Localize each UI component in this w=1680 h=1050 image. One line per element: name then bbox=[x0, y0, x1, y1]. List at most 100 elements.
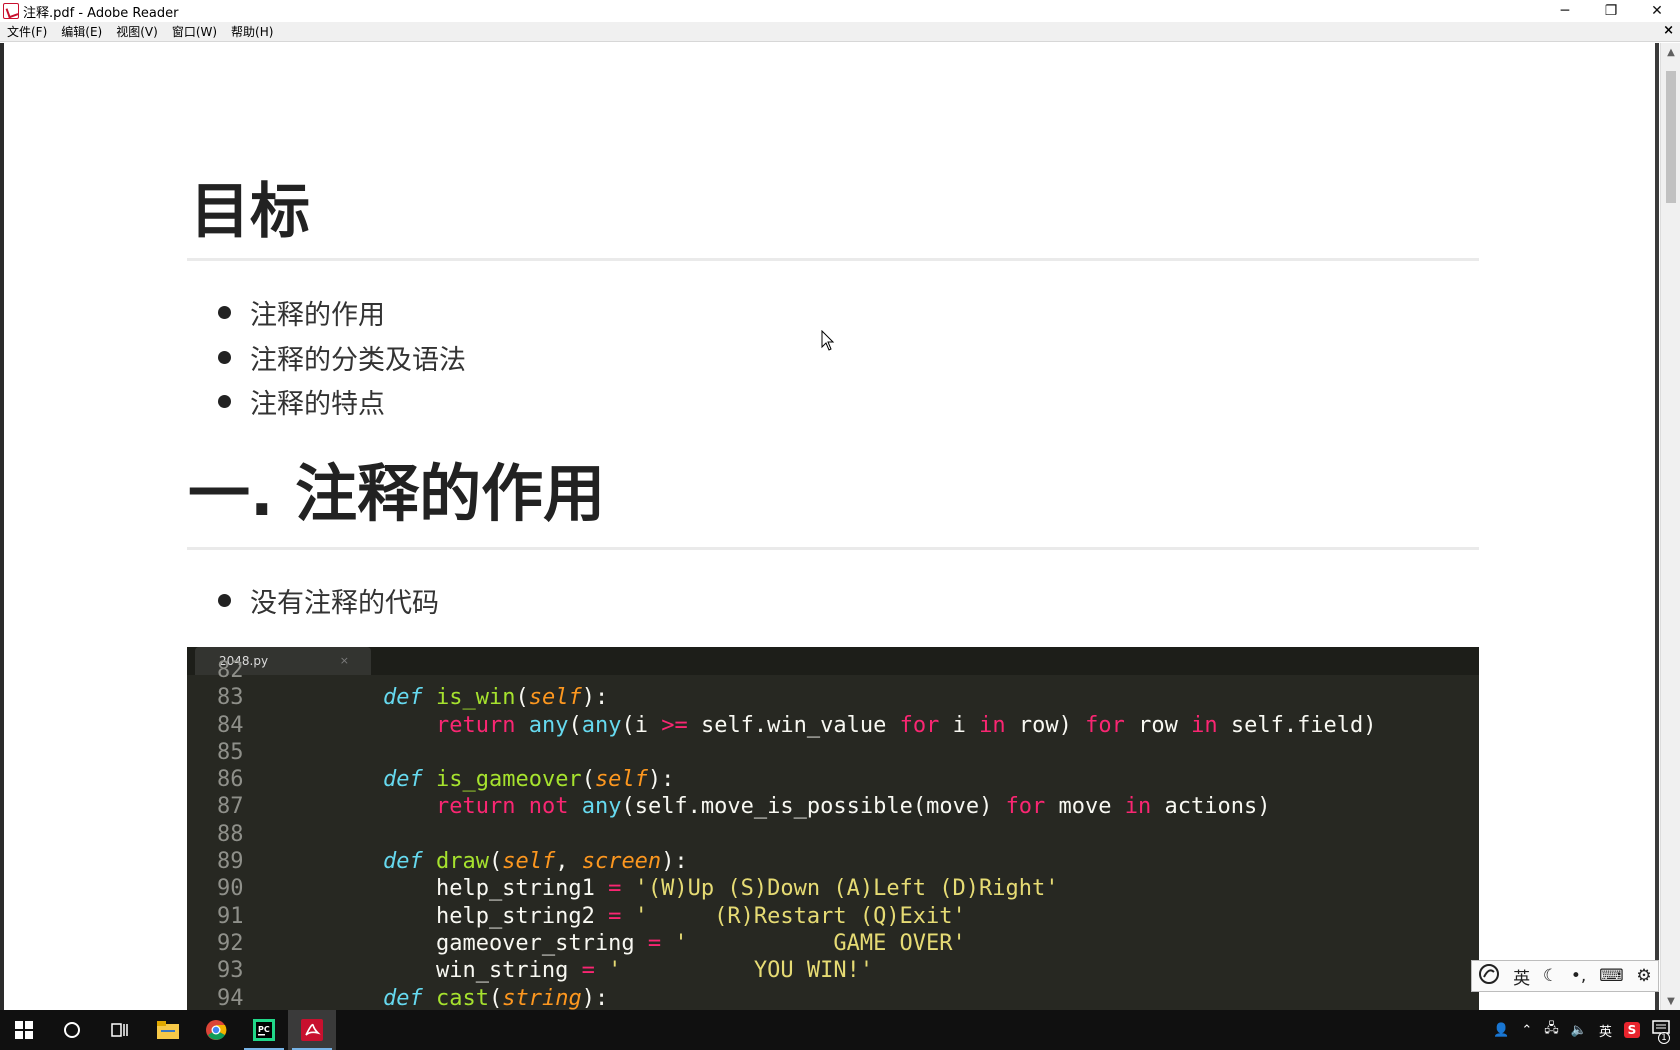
ime-language-toggle[interactable]: 英 bbox=[1513, 964, 1530, 989]
code-text: return not any(self.move_is_possible(mov… bbox=[435, 794, 1271, 820]
menu-window[interactable]: 窗口(W) bbox=[165, 23, 224, 40]
notification-center-icon[interactable]: 1 bbox=[1652, 1020, 1670, 1044]
heading-section-1: 一. 注释的作用 bbox=[188, 457, 606, 530]
code-line: 83 def is_win(self): bbox=[187, 684, 1479, 711]
code-line: 87 return not any(self.move_is_possible(… bbox=[187, 793, 1479, 820]
code-line: 89 def draw(self, screen): bbox=[187, 848, 1479, 875]
chevron-up-icon[interactable]: ⌃ bbox=[1521, 1023, 1532, 1038]
code-text: help_string2 = ' (R)Restart (Q)Exit' bbox=[330, 903, 966, 929]
volume-icon[interactable]: 🔈 bbox=[1571, 1023, 1587, 1038]
pycharm-icon[interactable]: PC bbox=[240, 1010, 288, 1050]
heading-target: 目标 bbox=[190, 177, 310, 247]
restore-button[interactable]: ❐ bbox=[1588, 0, 1634, 22]
svg-text:PC: PC bbox=[258, 1025, 270, 1034]
vertical-scrollbar[interactable]: ▲ ▼ bbox=[1660, 43, 1680, 1010]
line-number: 88 bbox=[217, 821, 244, 847]
list-item: 注释的分类及语法 bbox=[218, 338, 466, 377]
list-item: 注释的作用 bbox=[218, 293, 385, 332]
system-tray: 👤 ⌃ 🖧 🔈 英 S 1 bbox=[1487, 1010, 1680, 1050]
task-view-icon[interactable] bbox=[96, 1010, 144, 1050]
code-line: 94 def cast(string): bbox=[187, 985, 1479, 1010]
code-line: 85 bbox=[187, 739, 1479, 766]
line-number: 83 bbox=[217, 685, 244, 711]
line-number: 86 bbox=[217, 767, 244, 793]
bullet-icon bbox=[218, 306, 231, 319]
menu-file[interactable]: 文件(F) bbox=[0, 23, 54, 40]
bullet-icon bbox=[218, 395, 231, 408]
punctuation-icon[interactable]: •, bbox=[1571, 966, 1586, 986]
list-item-text: 注释的分类及语法 bbox=[250, 345, 466, 376]
code-text: win_string = ' YOU WIN!' bbox=[330, 958, 874, 984]
code-text: help_string1 = '(W)Up (S)Down (A)Left (D… bbox=[330, 876, 1059, 902]
page-edge bbox=[1655, 43, 1659, 1010]
windows-start-icon[interactable] bbox=[0, 1010, 48, 1050]
ime-logo-icon[interactable] bbox=[1478, 963, 1500, 990]
list-item: 注释的特点 bbox=[218, 382, 385, 421]
mouse-pointer-icon bbox=[821, 330, 835, 351]
line-number: 84 bbox=[217, 712, 244, 738]
code-line: 92 gameover_string = ' GAME OVER' bbox=[187, 930, 1479, 957]
close-button[interactable]: ✕ bbox=[1634, 0, 1680, 22]
ime-toolbar: 英 ☾ •, ⌨ ⚙ bbox=[1471, 960, 1659, 992]
keyboard-icon[interactable]: ⌨ bbox=[1599, 966, 1624, 986]
code-text: def is_win(self): bbox=[382, 685, 609, 711]
code-line: 88 bbox=[187, 821, 1479, 848]
line-number: 87 bbox=[217, 794, 244, 820]
tray-language[interactable]: 英 bbox=[1599, 1021, 1612, 1040]
chrome-icon[interactable] bbox=[192, 1010, 240, 1050]
bullet-icon bbox=[218, 351, 231, 364]
notification-count-badge: 1 bbox=[1658, 1032, 1670, 1044]
line-number: 93 bbox=[217, 958, 244, 984]
bullet-icon bbox=[218, 594, 231, 607]
code-text: return any(any(i >= self.win_value for i… bbox=[435, 712, 1377, 738]
code-line: 82 bbox=[187, 657, 1479, 684]
code-line: 90 help_string1 = '(W)Up (S)Down (A)Left… bbox=[187, 875, 1479, 902]
line-number: 82 bbox=[217, 658, 244, 683]
moon-icon[interactable]: ☾ bbox=[1543, 966, 1558, 986]
list-item: 没有注释的代码 bbox=[218, 581, 439, 620]
network-icon[interactable]: 🖧 bbox=[1544, 1019, 1559, 1041]
settings-gear-icon[interactable]: ⚙ bbox=[1636, 966, 1651, 986]
sogou-ime-icon[interactable]: S bbox=[1624, 1022, 1640, 1038]
heading-divider bbox=[187, 547, 1479, 550]
code-screenshot: 2048.py × 82 83 def is_win(self): 84 retur… bbox=[187, 647, 1479, 1010]
pdf-page: 目标 注释的作用 注释的分类及语法 注释的特点 一. 注释的作用 没有注释的代码… bbox=[4, 43, 1655, 1010]
scroll-up-icon[interactable]: ▲ bbox=[1661, 43, 1680, 61]
people-icon[interactable]: 👤 bbox=[1493, 1023, 1509, 1038]
code-line: 84 return any(any(i >= self.win_value fo… bbox=[187, 712, 1479, 739]
line-number: 90 bbox=[217, 876, 244, 902]
adobe-reader-taskbar-icon[interactable] bbox=[288, 1010, 336, 1050]
code-text: def cast(string): bbox=[382, 985, 609, 1010]
code-line: 93 win_string = ' YOU WIN!' bbox=[187, 957, 1479, 984]
window-controls: ─ ❐ ✕ bbox=[1542, 0, 1680, 22]
window-title: 注释.pdf - Adobe Reader bbox=[23, 5, 179, 21]
line-number: 85 bbox=[217, 739, 244, 765]
code-lines: 82 83 def is_win(self): 84 return any(any(… bbox=[187, 657, 1479, 1010]
code-text: def draw(self, screen): bbox=[382, 849, 688, 875]
menu-help[interactable]: 帮助(H) bbox=[224, 23, 280, 40]
line-number: 92 bbox=[217, 930, 244, 956]
code-line: 86 def is_gameover(self): bbox=[187, 766, 1479, 793]
document-close-button[interactable]: × bbox=[1663, 23, 1674, 38]
list-item-text: 没有注释的代码 bbox=[250, 588, 439, 619]
minimize-button[interactable]: ─ bbox=[1542, 0, 1588, 22]
menu-edit[interactable]: 编辑(E) bbox=[54, 23, 109, 40]
line-number: 94 bbox=[217, 985, 244, 1010]
adobe-reader-icon bbox=[3, 3, 19, 19]
scroll-down-icon[interactable]: ▼ bbox=[1661, 992, 1680, 1010]
taskbar: PC 👤 ⌃ 🖧 🔈 英 S 1 bbox=[0, 1010, 1680, 1050]
heading-divider bbox=[187, 258, 1479, 261]
menu-bar: 文件(F) 编辑(E) 视图(V) 窗口(W) 帮助(H) × bbox=[0, 22, 1680, 42]
menu-view[interactable]: 视图(V) bbox=[109, 23, 165, 40]
code-text: gameover_string = ' GAME OVER' bbox=[330, 930, 966, 956]
code-line: 91 help_string2 = ' (R)Restart (Q)Exit' bbox=[187, 903, 1479, 930]
line-number: 91 bbox=[217, 903, 244, 929]
file-explorer-icon[interactable] bbox=[144, 1010, 192, 1050]
code-text: def is_gameover(self): bbox=[382, 767, 675, 793]
list-item-text: 注释的作用 bbox=[250, 300, 385, 331]
list-item-text: 注释的特点 bbox=[250, 389, 385, 420]
scrollbar-thumb[interactable] bbox=[1666, 71, 1676, 203]
line-number: 89 bbox=[217, 849, 244, 875]
search-circle-icon[interactable] bbox=[48, 1010, 96, 1050]
document-viewer[interactable]: 目标 注释的作用 注释的分类及语法 注释的特点 一. 注释的作用 没有注释的代码… bbox=[0, 43, 1680, 1010]
